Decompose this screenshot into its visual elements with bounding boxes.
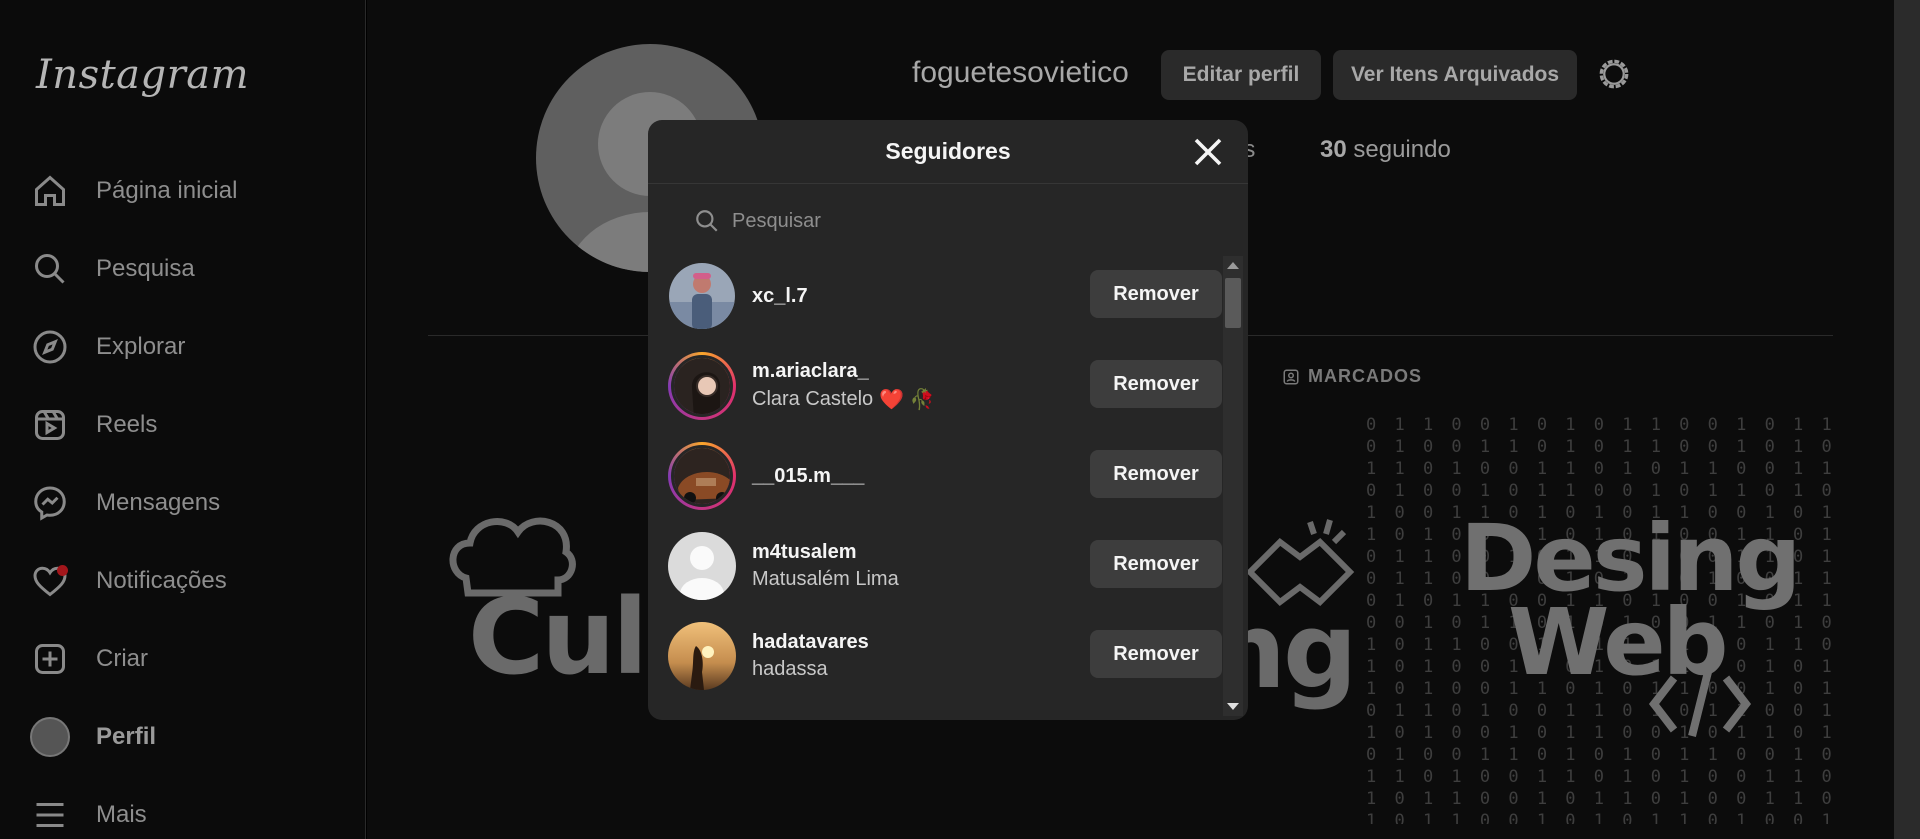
list-item[interactable]: __015.m___ Remover: [668, 436, 1222, 516]
avatar[interactable]: [668, 532, 736, 600]
compass-icon: [30, 327, 70, 367]
menu-icon: [30, 795, 70, 835]
modal-title: Seguidores: [885, 138, 1011, 164]
remove-button[interactable]: Remover: [1090, 270, 1222, 318]
remove-button[interactable]: Remover: [1090, 630, 1222, 678]
sidebar-item-more[interactable]: Mais: [30, 786, 350, 839]
follower-fullname: Matusalém Lima: [752, 568, 899, 590]
sidebar-item-profile[interactable]: Perfil: [30, 708, 350, 766]
sidebar-item-create[interactable]: Criar: [30, 630, 350, 688]
follower-names: m.ariaclara_ Clara Castelo ❤️ 🥀: [752, 360, 935, 412]
notification-dot: [57, 565, 68, 576]
avatar: [671, 355, 733, 417]
code-icon: [1648, 671, 1752, 737]
scroll-thumb[interactable]: [1225, 278, 1241, 328]
sidebar-item-label: Página inicial: [96, 177, 238, 204]
sidebar-item-messages[interactable]: Mensagens: [30, 474, 350, 532]
sidebar-item-reels[interactable]: Reels: [30, 396, 350, 454]
followers-modal: Seguidores xc_l.7 Remover m.ariaclara_ C…: [648, 120, 1248, 720]
follower-emoji: ❤️ 🥀: [879, 389, 935, 411]
avatar: [671, 445, 733, 507]
follower-names: __015.m___: [752, 465, 864, 488]
follower-names: m4tusalem Matusalém Lima: [752, 541, 899, 591]
sidebar-item-label: Explorar: [96, 333, 186, 360]
follower-username[interactable]: m.ariaclara_: [752, 360, 935, 383]
sidebar-item-label: Mensagens: [96, 489, 221, 516]
search-icon: [696, 210, 718, 232]
following-label: seguindo: [1353, 136, 1451, 163]
sidebar-item-label: Perfil: [96, 723, 157, 750]
remove-button[interactable]: Remover: [1090, 360, 1222, 408]
scroll-down-icon[interactable]: [1227, 703, 1239, 710]
sidebar-item-label: Reels: [96, 411, 158, 438]
follower-fullname-text: Clara Castelo: [752, 388, 874, 410]
list-item[interactable]: m.ariaclara_ Clara Castelo ❤️ 🥀 Remover: [668, 346, 1222, 426]
follower-names: hadatavares hadassa: [752, 631, 869, 681]
list-item[interactable]: xc_l.7 Remover: [668, 256, 1222, 336]
remove-button[interactable]: Remover: [1090, 540, 1222, 588]
avatar: [30, 717, 70, 757]
follower-username[interactable]: __015.m___: [752, 465, 864, 488]
follower-username[interactable]: hadatavares: [752, 631, 869, 654]
instagram-logo[interactable]: Instagram: [36, 52, 249, 98]
avatar[interactable]: [668, 262, 736, 330]
messenger-icon: [30, 483, 70, 523]
page-scrollbar[interactable]: [1894, 0, 1920, 839]
followers-list: xc_l.7 Remover m.ariaclara_ Clara Castel…: [648, 256, 1222, 720]
home-icon: [30, 171, 70, 211]
profile-username: foguetesovietico: [912, 56, 1129, 89]
reels-icon: [30, 405, 70, 445]
follower-username[interactable]: m4tusalem: [752, 541, 899, 564]
avatar[interactable]: [668, 622, 736, 690]
sidebar-item-search[interactable]: Pesquisa: [30, 240, 350, 298]
search-input[interactable]: [732, 209, 1172, 233]
list-scrollbar[interactable]: [1223, 256, 1243, 716]
sidebar: Instagram Página inicial Pesquisa Explor…: [0, 0, 366, 839]
search-bar: [694, 200, 1194, 242]
heart-icon: [30, 561, 70, 601]
sidebar-item-label: Pesquisa: [96, 255, 195, 282]
edit-profile-button[interactable]: Editar perfil: [1161, 50, 1321, 100]
list-item[interactable]: m4tusalem Matusalém Lima Remover: [668, 526, 1222, 606]
sidebar-item-label: Criar: [96, 645, 148, 672]
scroll-up-icon[interactable]: [1227, 262, 1239, 269]
sidebar-item-notifications[interactable]: Notificações: [30, 552, 350, 610]
follower-fullname: hadassa: [752, 658, 828, 680]
tag-user-icon: [1283, 369, 1299, 384]
follower-fullname: Clara Castelo ❤️ 🥀: [752, 387, 935, 412]
sidebar-item-label: Notificações: [96, 567, 227, 594]
follower-names: xc_l.7: [752, 285, 808, 308]
following-count: 30: [1320, 136, 1347, 163]
remove-button[interactable]: Remover: [1090, 450, 1222, 498]
follower-username[interactable]: xc_l.7: [752, 285, 808, 308]
gear-icon[interactable]: [1596, 56, 1632, 92]
sidebar-item-home[interactable]: Página inicial: [30, 162, 350, 220]
sidebar-item-label: Mais: [96, 801, 147, 828]
plus-square-icon: [30, 639, 70, 679]
following-stat[interactable]: 30 seguindo: [1320, 136, 1451, 164]
sidebar-item-explore[interactable]: Explorar: [30, 318, 350, 376]
view-archive-button[interactable]: Ver Itens Arquivados: [1333, 50, 1577, 100]
tab-marked[interactable]: MARCADOS: [1282, 366, 1422, 387]
list-item[interactable]: hadatavares hadassa Remover: [668, 616, 1222, 696]
modal-header: Seguidores: [648, 120, 1248, 184]
avatar-story-ring[interactable]: [668, 442, 736, 510]
tab-marked-label: MARCADOS: [1308, 366, 1422, 386]
avatar-story-ring[interactable]: [668, 352, 736, 420]
profile-avatar-wrap: [30, 717, 70, 757]
search-icon: [30, 249, 70, 289]
close-icon[interactable]: [1190, 134, 1226, 170]
